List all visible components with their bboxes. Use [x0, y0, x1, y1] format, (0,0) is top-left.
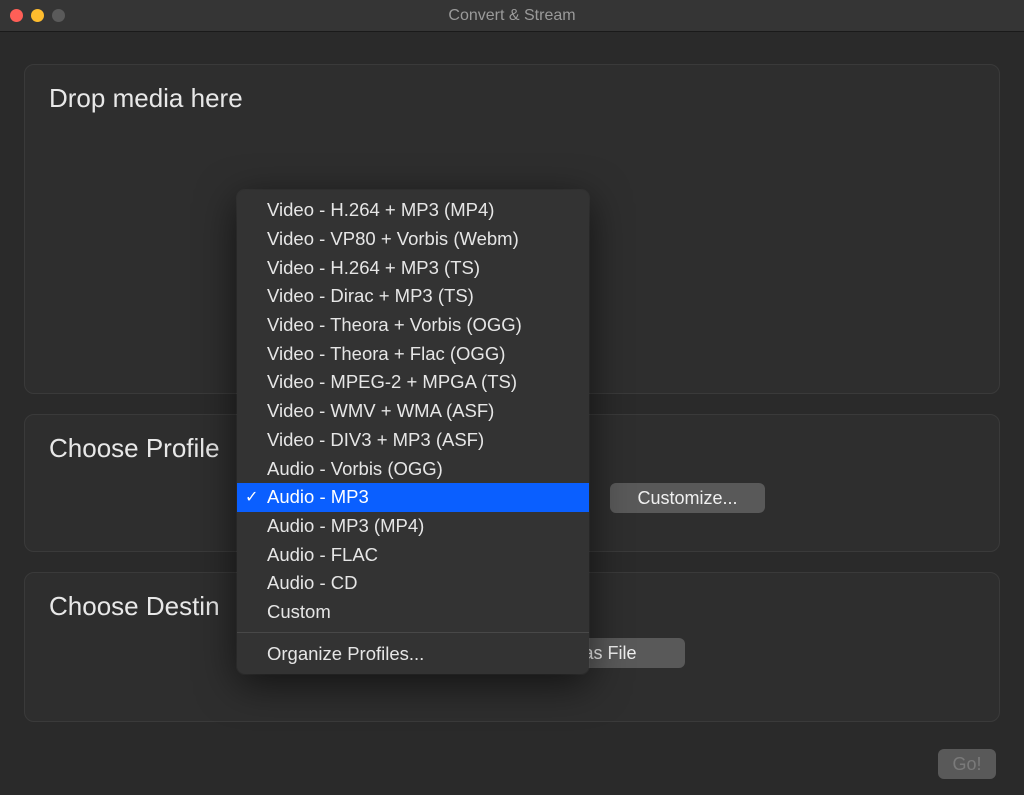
profile-option[interactable]: Audio - FLAC [237, 540, 589, 569]
profile-dropdown-menu: Video - H.264 + MP3 (MP4) Video - VP80 +… [237, 190, 589, 674]
titlebar: Convert & Stream [0, 0, 1024, 32]
profile-option[interactable]: Video - MPEG-2 + MPGA (TS) [237, 368, 589, 397]
check-icon: ✓ [245, 487, 258, 507]
traffic-lights [10, 9, 65, 22]
profile-option[interactable]: Video - Theora + Vorbis (OGG) [237, 311, 589, 340]
customize-button[interactable]: Customize... [610, 483, 765, 513]
profile-option[interactable]: Audio - CD [237, 569, 589, 598]
zoom-window-button[interactable] [52, 9, 65, 22]
go-button[interactable]: Go! [938, 749, 996, 779]
profile-option[interactable]: Video - WMV + WMA (ASF) [237, 397, 589, 426]
organize-profiles-option[interactable]: Organize Profiles... [237, 639, 589, 668]
profile-option-selected[interactable]: ✓Audio - MP3 [237, 483, 589, 512]
close-window-button[interactable] [10, 9, 23, 22]
profile-option[interactable]: Video - H.264 + MP3 (TS) [237, 253, 589, 282]
profile-option[interactable]: Video - Theora + Flac (OGG) [237, 339, 589, 368]
profile-option[interactable]: Audio - MP3 (MP4) [237, 512, 589, 541]
window-title: Convert & Stream [448, 7, 575, 25]
profile-option[interactable]: Video - H.264 + MP3 (MP4) [237, 196, 589, 225]
profile-option[interactable]: Video - Dirac + MP3 (TS) [237, 282, 589, 311]
profile-option[interactable]: Video - VP80 + Vorbis (Webm) [237, 225, 589, 254]
profile-option[interactable]: Audio - Vorbis (OGG) [237, 454, 589, 483]
drop-media-title: Drop media here [49, 83, 975, 114]
profile-option[interactable]: Video - DIV3 + MP3 (ASF) [237, 426, 589, 455]
dropdown-separator [237, 632, 589, 633]
minimize-window-button[interactable] [31, 9, 44, 22]
profile-option[interactable]: Custom [237, 598, 589, 627]
